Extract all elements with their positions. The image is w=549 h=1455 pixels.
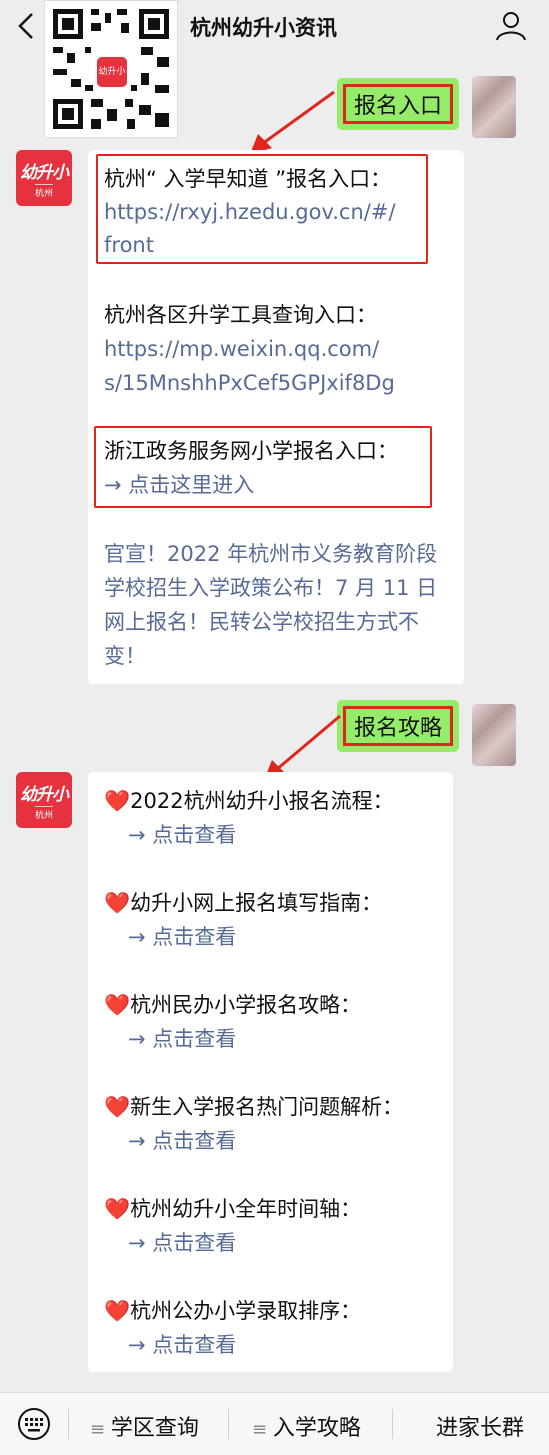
user-avatar[interactable] (472, 76, 516, 138)
heart-icon: ❤️ (104, 891, 131, 915)
account-avatar[interactable]: 幼升小 杭州 (16, 772, 72, 828)
keyword-text: 报名攻略 (343, 706, 454, 746)
user-message-bubble: 报名攻略 (337, 700, 460, 752)
account-avatar[interactable]: 幼升小 杭州 (16, 150, 72, 206)
guide-link[interactable]: → 点击查看 (128, 820, 236, 850)
news-link-line[interactable]: 变！ (104, 641, 146, 671)
user-message-bubble: 报名入口 (337, 78, 460, 130)
entry-link[interactable]: https://rxyj.hzedu.gov.cn/#/ (104, 197, 396, 227)
guide-title: 幼升小网上报名填写指南： (130, 891, 383, 915)
heart-icon: ❤️ (104, 789, 131, 813)
heart-icon: ❤️ (104, 1299, 131, 1323)
guide-title: 杭州公办小学录取排序： (130, 1299, 362, 1323)
menu-item-district[interactable]: ≡ 学区查询 (90, 1410, 199, 1442)
menu-divider (392, 1409, 393, 1439)
menu-divider (68, 1409, 69, 1439)
page-title: 杭州幼升小资讯 (190, 16, 337, 40)
red-arrow-icon (250, 90, 335, 154)
menu-icon: ≡ (252, 1419, 273, 1440)
guide-link[interactable]: → 点击查看 (128, 1228, 236, 1258)
entry-title: 浙江政务服务网小学报名入口： (104, 439, 398, 463)
reply-bubble-guides: ❤️2022杭州幼升小报名流程： → 点击查看 ❤️幼升小网上报名填写指南： →… (88, 772, 453, 1372)
guide-link[interactable]: → 点击查看 (128, 922, 236, 952)
guide-title: 2022杭州幼升小报名流程： (130, 789, 394, 813)
menu-icon: ≡ (90, 1419, 111, 1440)
news-link-line[interactable]: 官宣！2022 年杭州市义务教育阶段 (104, 539, 437, 569)
qr-code-icon: 幼升小 (44, 0, 178, 138)
guide-link[interactable]: → 点击查看 (128, 1330, 236, 1360)
heart-icon: ❤️ (104, 1095, 131, 1119)
heart-icon: ❤️ (104, 993, 131, 1017)
entry-link[interactable]: https://mp.weixin.qq.com/ (104, 334, 379, 364)
news-link-line[interactable]: 学校招生入学政策公布！7 月 11 日 (104, 573, 437, 603)
guide-title: 杭州民办小学报名攻略： (130, 993, 362, 1017)
heart-icon: ❤️ (104, 1197, 131, 1221)
news-link-line[interactable]: 网上报名！民转公学校招生方式不 (104, 607, 419, 637)
menu-divider (228, 1409, 229, 1439)
entry-title: 杭州“ 入学早知道 ”报名入口： (104, 167, 392, 191)
entry-link-cont[interactable]: s/15MnshhPxCef5GPJxif8Dg (104, 368, 395, 398)
keyboard-icon[interactable] (16, 1407, 52, 1441)
person-icon[interactable] (494, 10, 528, 42)
user-avatar[interactable] (472, 704, 516, 766)
guide-link[interactable]: → 点击查看 (128, 1024, 236, 1054)
keyword-text: 报名入口 (343, 84, 454, 124)
guide-link[interactable]: → 点击查看 (128, 1126, 236, 1156)
guide-title: 新生入学报名热门问题解析： (130, 1095, 404, 1119)
entry-title: 杭州各区升学工具查询入口： (104, 303, 377, 327)
entry-link[interactable]: → 点击这里进入 (104, 470, 254, 500)
menu-item-guide[interactable]: ≡ 入学攻略 (252, 1410, 361, 1442)
reply-bubble-entries: 杭州“ 入学早知道 ”报名入口： https://rxyj.hzedu.gov.… (88, 150, 464, 684)
guide-title: 杭州幼升小全年时间轴： (130, 1197, 362, 1221)
menu-item-parent-group[interactable]: 进家长群 (436, 1410, 524, 1442)
back-arrow-icon[interactable] (12, 10, 42, 42)
entry-link-cont[interactable]: front (104, 230, 154, 260)
bottom-menu-bar: ≡ 学区查询 ≡ 入学攻略 进家长群 (0, 1392, 549, 1455)
qr-logo-badge: 幼升小 (97, 57, 127, 87)
top-bar: 幼升小 杭州幼升小资讯 (0, 0, 549, 138)
